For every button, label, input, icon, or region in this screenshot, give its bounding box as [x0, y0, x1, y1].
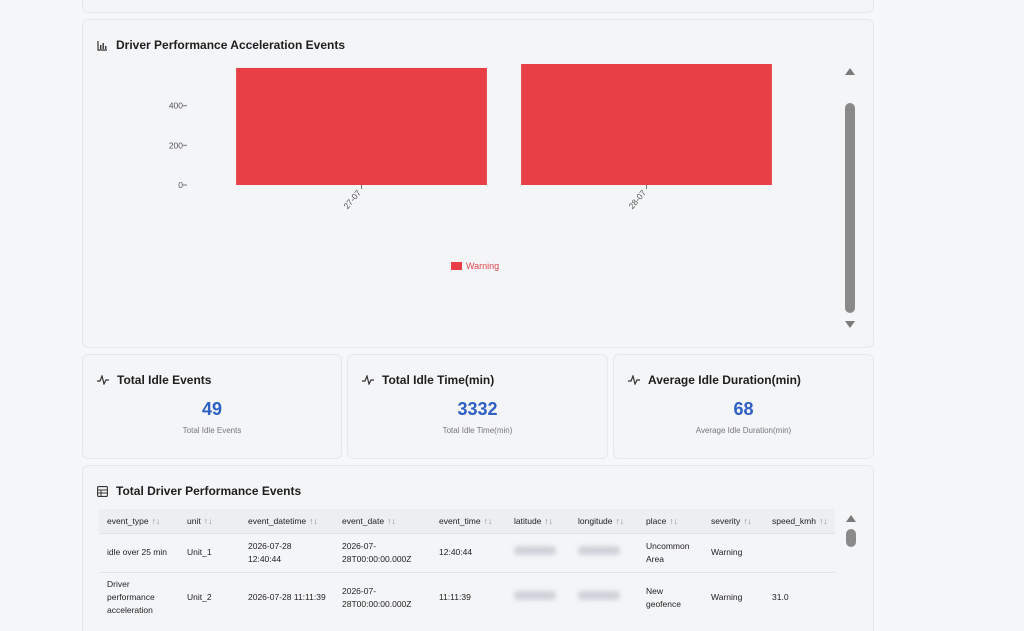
scroll-up-arrow-icon[interactable] [846, 515, 856, 522]
kpi-title: Total Idle Time(min) [382, 373, 495, 387]
column-header-label: latitude [514, 515, 542, 526]
chart-scrollbar[interactable] [845, 68, 855, 330]
bar-27-07[interactable] [236, 67, 487, 185]
column-header-label: place [646, 515, 667, 526]
x-tick-label: 27-07 [341, 188, 363, 211]
sort-icon[interactable]: ↑↓ [743, 516, 752, 526]
x-tick-label: 28-07 [626, 188, 648, 211]
redacted-value [578, 546, 620, 555]
column-header-event_date[interactable]: event_date ↑↓ [334, 509, 431, 533]
cell-longitude [570, 532, 638, 572]
kpi-subtitle: Total Idle Events [182, 426, 242, 435]
column-header-label: severity [711, 515, 741, 526]
column-header-latitude[interactable]: latitude ↑↓ [506, 509, 570, 533]
column-header-place[interactable]: place ↑↓ [638, 509, 703, 533]
redacted-value [514, 591, 556, 601]
kpi-subtitle: Total Idle Time(min) [442, 426, 513, 435]
kpi-title: Total Idle Events [117, 373, 212, 387]
cell-speed_kmh: 31.0 [764, 571, 836, 623]
activity-icon [362, 375, 374, 385]
y-tick-label: 0 [178, 180, 183, 190]
sort-icon[interactable]: ↑↓ [544, 516, 553, 526]
cell-speed_kmh [764, 532, 836, 572]
cell-unit: Unit_1 [179, 532, 240, 572]
column-header-label: longitude [578, 515, 613, 526]
redacted-value [514, 546, 556, 555]
column-header-longitude[interactable]: longitude ↑↓ [570, 509, 638, 533]
cell-place: New geofence [638, 571, 703, 623]
sort-icon[interactable]: ↑↓ [152, 516, 161, 526]
column-header-label: event_datetime [248, 515, 307, 526]
column-header-event_datetime[interactable]: event_datetime ↑↓ [240, 509, 334, 533]
scroll-up-arrow-icon[interactable] [845, 68, 855, 75]
cell-place: Uncommon Area [638, 532, 703, 572]
table-row[interactable]: idle over 25 min Unit_1 2026-07-28 12:40:4… [99, 532, 836, 572]
cell-event_type: Driver performance acceleration [99, 571, 179, 623]
table-title: Total Driver Performance Events [116, 484, 302, 498]
cell-latitude [506, 532, 570, 572]
bar-28-07[interactable] [521, 63, 772, 185]
column-header-label: unit [187, 515, 201, 526]
sort-icon[interactable]: ↑↓ [819, 516, 828, 526]
cell-event_datetime: 2026-07-28 12:40:44 [240, 532, 334, 572]
y-tick-label: 400 [169, 101, 183, 111]
sort-icon[interactable]: ↑↓ [616, 516, 625, 526]
column-header-speed_kmh[interactable]: speed_kmh ↑↓ [764, 509, 836, 533]
sort-icon[interactable]: ↑↓ [204, 516, 213, 526]
cell-event_type: idle over 25 min [99, 532, 179, 572]
events-table: event_type ↑↓ unit ↑↓ event_datetime ↑↓ event_… [99, 509, 836, 623]
kpi-value: 3332 [457, 399, 498, 419]
column-header-event_type[interactable]: event_type ↑↓ [99, 509, 179, 533]
y-tick-label: 200 [169, 140, 183, 150]
column-header-event_time[interactable]: event_time ↑↓ [431, 509, 506, 533]
cell-latitude [506, 571, 570, 623]
kpi-value: 68 [733, 399, 754, 419]
scrollbar-thumb[interactable] [846, 529, 856, 547]
cell-event_time: 12:40:44 [431, 532, 506, 572]
table-icon [97, 485, 108, 497]
acceleration-bar-chart: 400 200 0 27-07 28-07 [169, 63, 772, 211]
kpi-card-average-idle-duration: Average Idle Duration(min) 68 Average Id… [613, 354, 874, 459]
kpi-title: Average Idle Duration(min) [648, 373, 801, 387]
table-scrollbar[interactable] [846, 515, 856, 631]
chart-legend[interactable]: Warning [451, 261, 499, 271]
kpi-subtitle: Average Idle Duration(min) [695, 426, 792, 435]
cell-event_datetime: 2026-07-28 11:11:39 [240, 571, 334, 623]
sort-icon[interactable]: ↑↓ [484, 516, 493, 526]
activity-icon [628, 375, 640, 385]
table-container: event_type ↑↓ unit ↑↓ event_datetime ↑↓ event_… [99, 509, 841, 623]
redacted-value [578, 591, 620, 601]
kpi-value: 49 [201, 399, 223, 419]
kpi-card-total-idle-time: Total Idle Time(min) 3332 Total Idle Tim… [347, 354, 608, 459]
activity-icon [97, 375, 109, 385]
legend-swatch-warning [451, 262, 462, 270]
column-header-label: event_time [439, 515, 481, 526]
cell-severity: Warning [703, 571, 764, 623]
cell-severity: Warning [703, 532, 764, 572]
bar-chart-icon [97, 40, 108, 51]
column-header-label: event_date [342, 515, 385, 526]
cell-event_date: 2026-07-28T00:00:00.000Z [334, 571, 431, 623]
sort-icon[interactable]: ↑↓ [309, 516, 318, 526]
sort-icon[interactable]: ↑↓ [669, 516, 678, 526]
acceleration-events-panel: Driver Performance Acceleration Events 4… [82, 19, 874, 348]
column-header-unit[interactable]: unit ↑↓ [179, 509, 240, 533]
performance-events-table-panel: Total Driver Performance Events event_ty… [82, 465, 874, 631]
cell-longitude [570, 571, 638, 623]
cell-unit: Unit_2 [179, 571, 240, 623]
table-row[interactable]: Driver performance acceleration Unit_2 202… [99, 571, 836, 623]
legend-label-warning: Warning [466, 261, 500, 271]
scroll-down-arrow-icon[interactable] [845, 321, 855, 328]
sort-icon[interactable]: ↑↓ [387, 516, 396, 526]
kpi-card-total-idle-events: Total Idle Events 49 Total Idle Events [82, 354, 342, 459]
column-header-label: speed_kmh [772, 515, 816, 526]
cell-event_time: 11:11:39 [431, 571, 506, 623]
scrollbar-thumb[interactable] [845, 103, 855, 313]
previous-panel [82, 0, 874, 13]
column-header-label: event_type [107, 515, 149, 526]
column-header-severity[interactable]: severity ↑↓ [703, 509, 764, 533]
cell-event_date: 2026-07-28T00:00:00.000Z [334, 532, 431, 572]
